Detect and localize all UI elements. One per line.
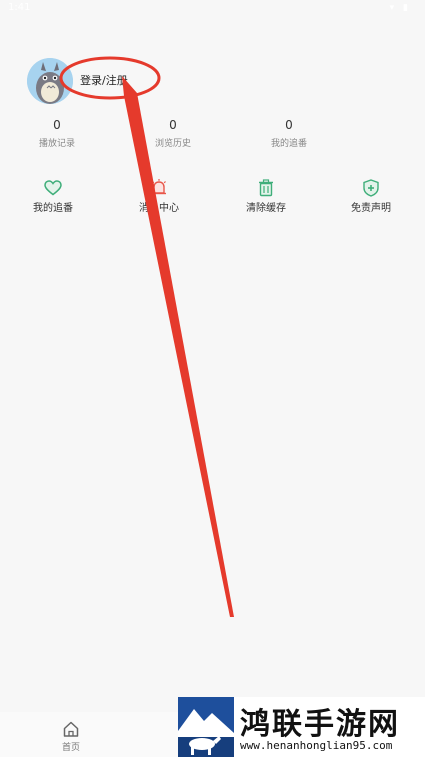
- shortcut-clear-cache-label: 清除缓存: [246, 203, 286, 214]
- tab-home[interactable]: 首页: [46, 720, 96, 753]
- stat-browse-history-count: 0: [169, 118, 177, 132]
- stats-row: 0 播放记录 0 浏览历史 0 我的追番: [0, 118, 425, 158]
- bell-icon: [152, 179, 166, 195]
- shortcut-my-follows-label: 我的追番: [33, 203, 73, 214]
- tab-home-label: 首页: [61, 743, 80, 753]
- watermark-title: 鸿联手游网: [240, 707, 400, 742]
- shortcut-message-center[interactable]: 消息中心: [119, 178, 199, 215]
- trash-icon: [259, 179, 273, 197]
- annotation-overlay: [59, 56, 234, 617]
- stat-my-follows-count: 0: [285, 118, 293, 132]
- shortcut-my-follows[interactable]: 我的追番: [13, 178, 93, 215]
- status-bar: 1:41 ▾ ▮: [0, 0, 425, 18]
- stat-my-follows[interactable]: 0 我的追番: [249, 118, 329, 150]
- watermark: 鸿联手游网 www.henanhonglian95.com: [178, 697, 425, 757]
- stat-browse-history-label: 浏览历史: [154, 139, 191, 149]
- shortcut-message-center-label: 消息中心: [139, 203, 179, 214]
- stat-my-follows-label: 我的追番: [270, 139, 307, 149]
- status-icons: ▾ ▮: [389, 3, 411, 13]
- stat-play-history-label: 播放记录: [38, 139, 75, 149]
- status-time: 1:41: [8, 2, 31, 13]
- home-icon: [63, 721, 79, 737]
- shortcut-disclaimer-label: 免责声明: [351, 203, 391, 214]
- heart-icon: [44, 180, 62, 196]
- avatar[interactable]: [27, 58, 73, 104]
- stat-play-history[interactable]: 0 播放记录: [17, 118, 97, 150]
- shortcuts-row: 我的追番 消息中心 清除缓存 免责声明: [0, 178, 425, 222]
- totoro-avatar-icon: [27, 58, 73, 104]
- stat-browse-history[interactable]: 0 浏览历史: [133, 118, 213, 150]
- watermark-logo-icon: [178, 697, 234, 757]
- login-register-link[interactable]: 登录/注册: [80, 72, 128, 88]
- shortcut-clear-cache[interactable]: 清除缓存: [226, 178, 306, 215]
- shield-icon: [363, 179, 379, 197]
- watermark-url: www.henanhonglian95.com: [240, 739, 393, 752]
- shortcut-disclaimer[interactable]: 免责声明: [331, 178, 411, 215]
- stat-play-history-count: 0: [53, 118, 61, 132]
